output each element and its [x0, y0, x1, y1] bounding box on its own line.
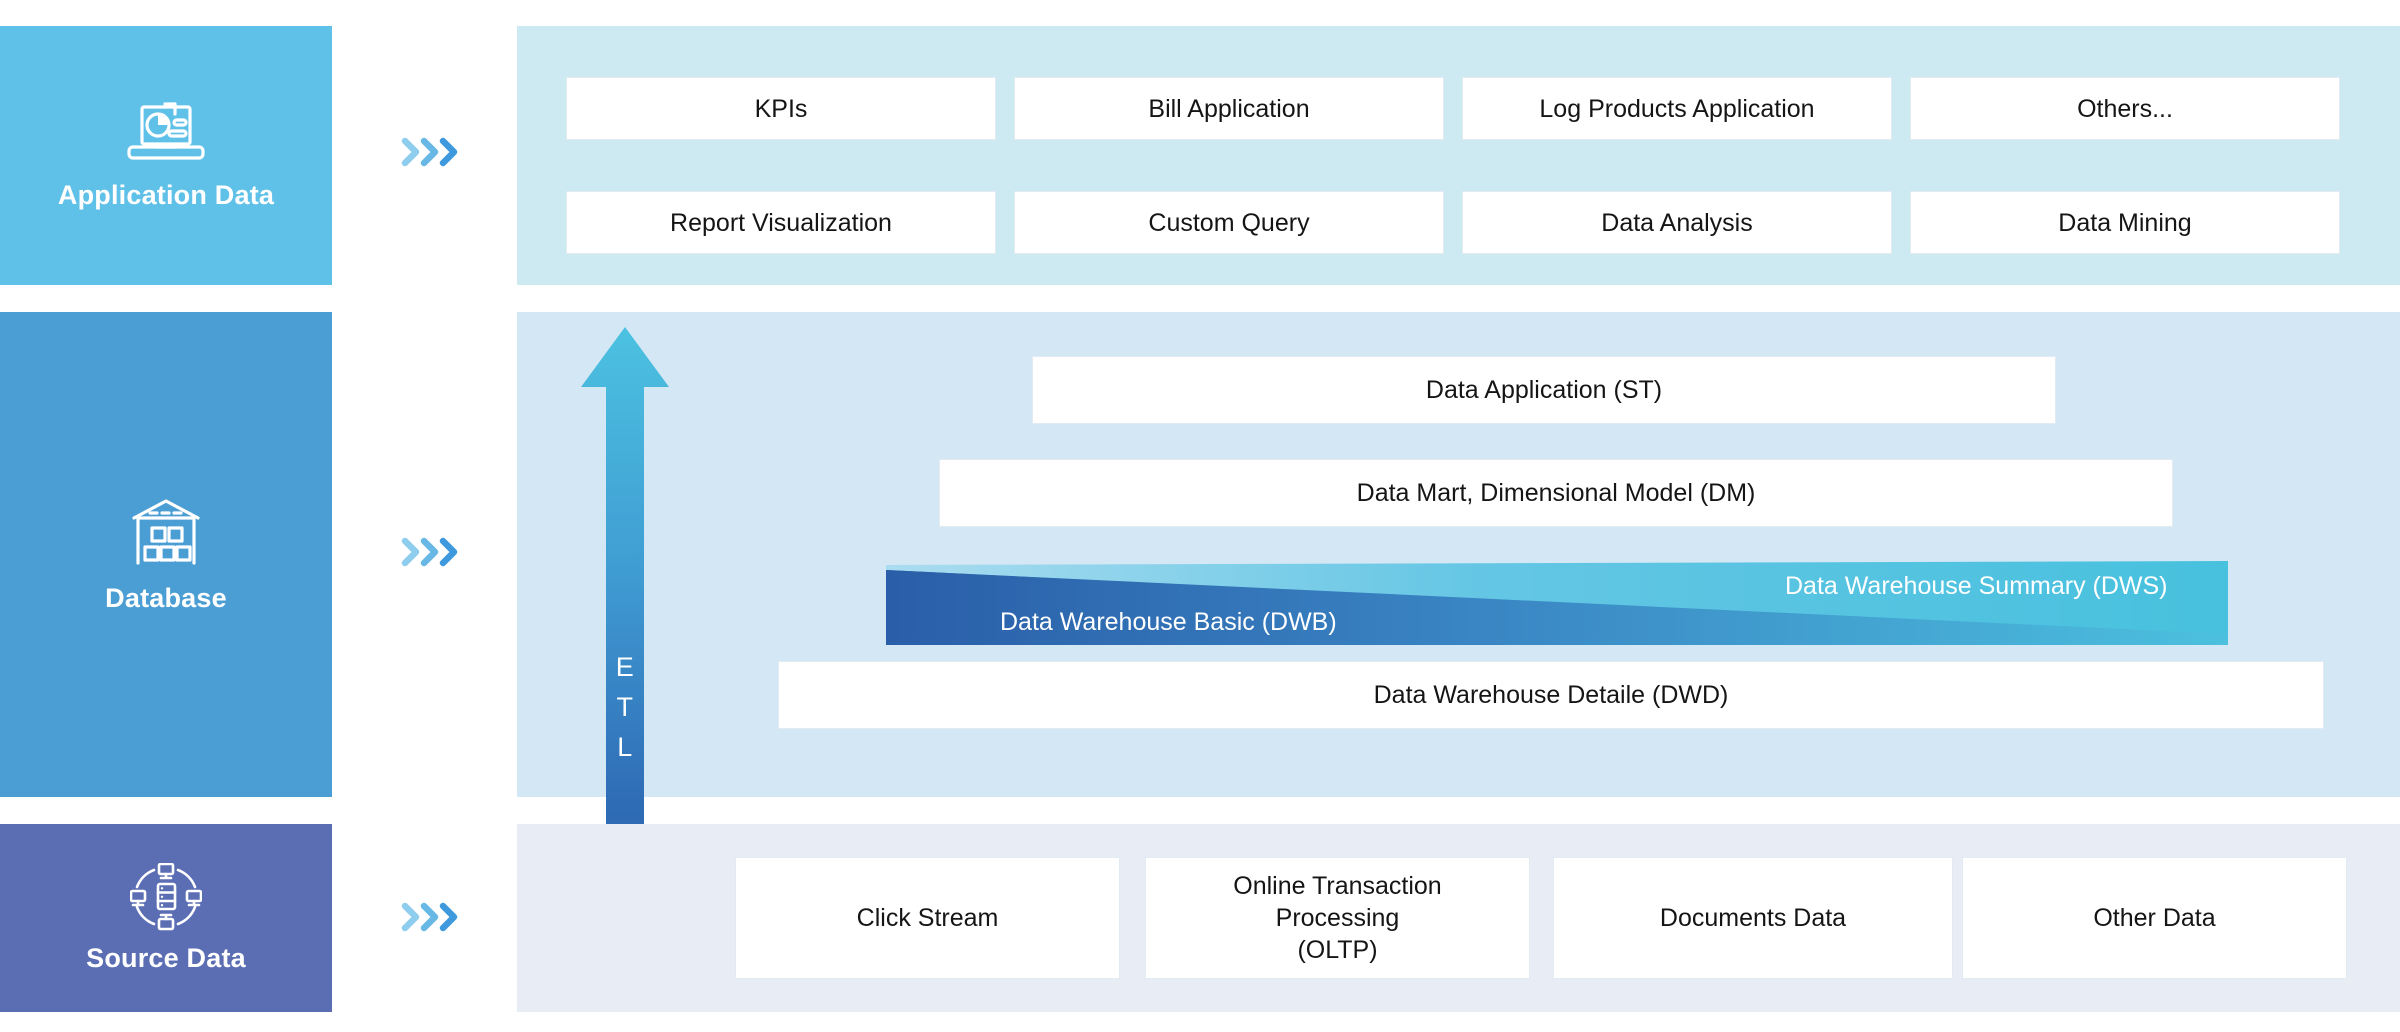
chevron-triple-right-icon-source: [392, 895, 472, 939]
source-card-click-stream[interactable]: Click Stream: [735, 857, 1120, 979]
app-card-report-visualization[interactable]: Report Visualization: [566, 191, 996, 254]
oltp-line-1: Online Transaction: [1233, 870, 1441, 902]
laptop-chart-icon: [127, 100, 205, 168]
db-card-data-warehouse-detaile-dwd[interactable]: Data Warehouse Detaile (DWD): [778, 661, 2324, 729]
oltp-line-3: (OLTP): [1233, 934, 1441, 966]
warehouse-icon: [128, 495, 204, 567]
tier-label-source-data: Source Data: [86, 943, 246, 974]
tier-panel-application-data[interactable]: Application Data: [0, 26, 332, 285]
app-card-log-products[interactable]: Log Products Application: [1462, 77, 1892, 140]
app-card-others[interactable]: Others...: [1910, 77, 2340, 140]
db-card-data-application-st[interactable]: Data Application (ST): [1032, 356, 2056, 424]
diagram-canvas: Application Data KPIs Bill Application L…: [0, 0, 2400, 1032]
db-label-dws: Data Warehouse Summary (DWS): [1785, 572, 2168, 601]
network-servers-icon: [130, 863, 202, 931]
app-card-data-analysis[interactable]: Data Analysis: [1462, 191, 1892, 254]
source-card-other-data[interactable]: Other Data: [1962, 857, 2347, 979]
chevron-triple-right-icon-application: [392, 130, 472, 174]
app-card-bill[interactable]: Bill Application: [1014, 77, 1444, 140]
tier-label-database: Database: [105, 583, 227, 614]
source-card-documents-data[interactable]: Documents Data: [1553, 857, 1953, 979]
app-card-kpis[interactable]: KPIs: [566, 77, 996, 140]
tier-label-application-data: Application Data: [58, 180, 274, 211]
chevron-triple-right-icon-database: [392, 530, 472, 574]
db-label-dwb: Data Warehouse Basic (DWB): [1000, 608, 1337, 637]
oltp-line-2: Processing: [1233, 902, 1441, 934]
tier-panel-database[interactable]: Database: [0, 312, 332, 797]
app-card-custom-query[interactable]: Custom Query: [1014, 191, 1444, 254]
tier-panel-source-data[interactable]: Source Data: [0, 824, 332, 1012]
source-card-oltp[interactable]: Online Transaction Processing (OLTP): [1145, 857, 1530, 979]
tier-content-application-data: KPIs Bill Application Log Products Appli…: [517, 26, 2400, 285]
db-card-data-mart-dm[interactable]: Data Mart, Dimensional Model (DM): [939, 459, 2173, 527]
app-card-data-mining[interactable]: Data Mining: [1910, 191, 2340, 254]
